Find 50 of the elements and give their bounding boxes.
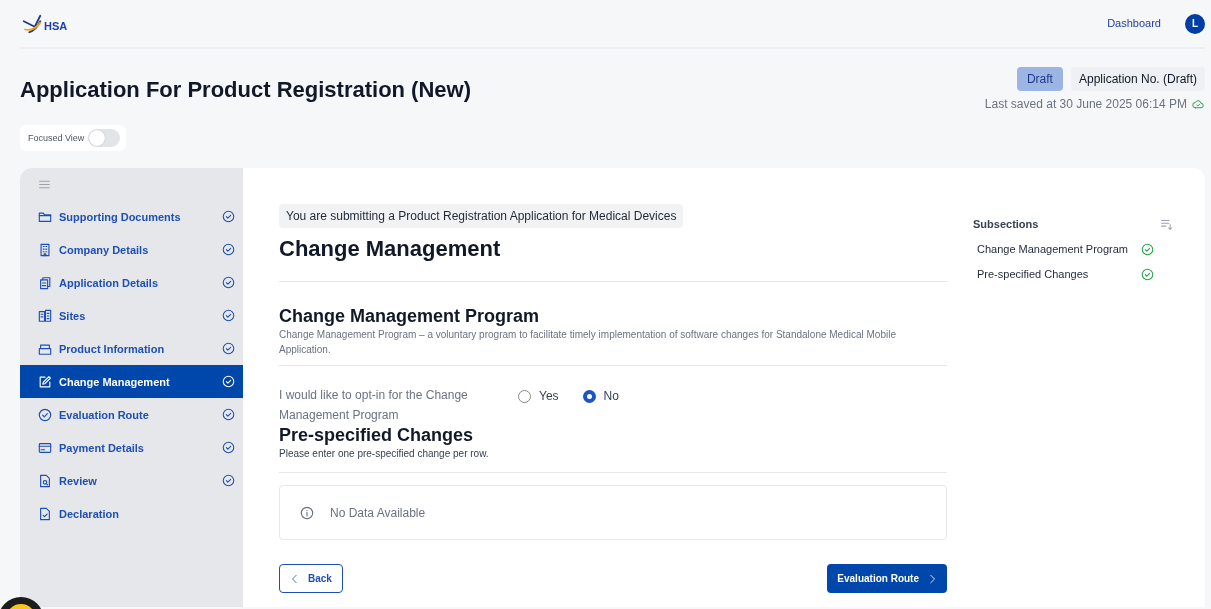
subsection-link[interactable]: Pre-specified Changes bbox=[973, 261, 1173, 287]
page-title: Application For Product Registration (New) bbox=[20, 77, 471, 104]
sidebar-item[interactable]: Product Information bbox=[20, 332, 243, 366]
subsection-heading: Pre-specified Changes bbox=[279, 424, 475, 447]
check-circle-icon bbox=[38, 407, 52, 422]
dashboard-link[interactable]: Dashboard bbox=[1107, 15, 1161, 32]
building-icon bbox=[38, 242, 52, 257]
sidebar-item[interactable]: Payment Details bbox=[20, 431, 243, 465]
cloud-check-icon bbox=[1191, 98, 1205, 110]
application-number: Application No. (Draft) bbox=[1070, 67, 1205, 91]
sidebar-item[interactable]: Declaration bbox=[20, 497, 243, 531]
question-label: I would like to opt-in for the Change Management Program bbox=[279, 387, 469, 424]
subsection-description: Please enter one pre-specified change per row. bbox=[279, 447, 490, 462]
radio-option[interactable]: Yes bbox=[518, 387, 559, 406]
subsection-description: Change Management Program – a voluntary program to facilitate timely implementation of software changes for Standalone Medical Mobile Application. bbox=[279, 328, 897, 358]
bird-logo-icon bbox=[20, 12, 44, 35]
last-saved-text: Last saved at 30 June 2025 06:14 PM bbox=[984, 96, 1187, 113]
radio-option[interactable]: No bbox=[582, 387, 619, 406]
subsections-title: Subsections bbox=[973, 217, 1039, 233]
focused-view-switch[interactable] bbox=[88, 129, 121, 148]
sidebar-item[interactable]: Review bbox=[20, 464, 243, 498]
next-button[interactable]: Evaluation Route bbox=[827, 564, 947, 594]
toggle-label: Focused View bbox=[28, 131, 85, 145]
box-icon bbox=[38, 341, 52, 356]
documents-icon bbox=[38, 275, 52, 290]
sort-icon[interactable] bbox=[1160, 218, 1173, 232]
chevron-right-icon bbox=[927, 573, 937, 584]
logo-text: HSA bbox=[44, 19, 68, 34]
empty-message: No Data Available bbox=[330, 504, 426, 522]
sidebar-item[interactable]: Supporting Documents bbox=[20, 200, 243, 234]
subsection-heading: Change Management Program bbox=[279, 305, 541, 328]
sidebar-item[interactable]: Sites bbox=[20, 299, 243, 333]
search-document-icon bbox=[38, 473, 52, 488]
folder-icon bbox=[38, 209, 52, 224]
subsection-link[interactable]: Change Management Program bbox=[973, 236, 1173, 262]
notice-banner: You are submitting a Product Registration Application for Medical Devices bbox=[279, 204, 684, 229]
buildings-icon bbox=[38, 308, 52, 323]
sidebar-item[interactable]: Application Details bbox=[20, 266, 243, 300]
sidebar-item[interactable]: Company Details bbox=[20, 233, 243, 267]
info-icon bbox=[300, 505, 314, 520]
checked-document-icon bbox=[38, 506, 52, 521]
sidebar-item[interactable]: Change Management bbox=[20, 365, 243, 399]
sidebar-item[interactable]: Evaluation Route bbox=[20, 398, 243, 432]
user-avatar[interactable]: L bbox=[1185, 13, 1205, 34]
section-heading: Change Management bbox=[279, 236, 502, 263]
card-icon bbox=[38, 440, 52, 455]
back-button[interactable]: Back bbox=[279, 564, 343, 594]
edit-icon bbox=[38, 374, 52, 389]
status-badge: Draft bbox=[1016, 67, 1063, 91]
chevron-left-icon bbox=[290, 573, 300, 584]
